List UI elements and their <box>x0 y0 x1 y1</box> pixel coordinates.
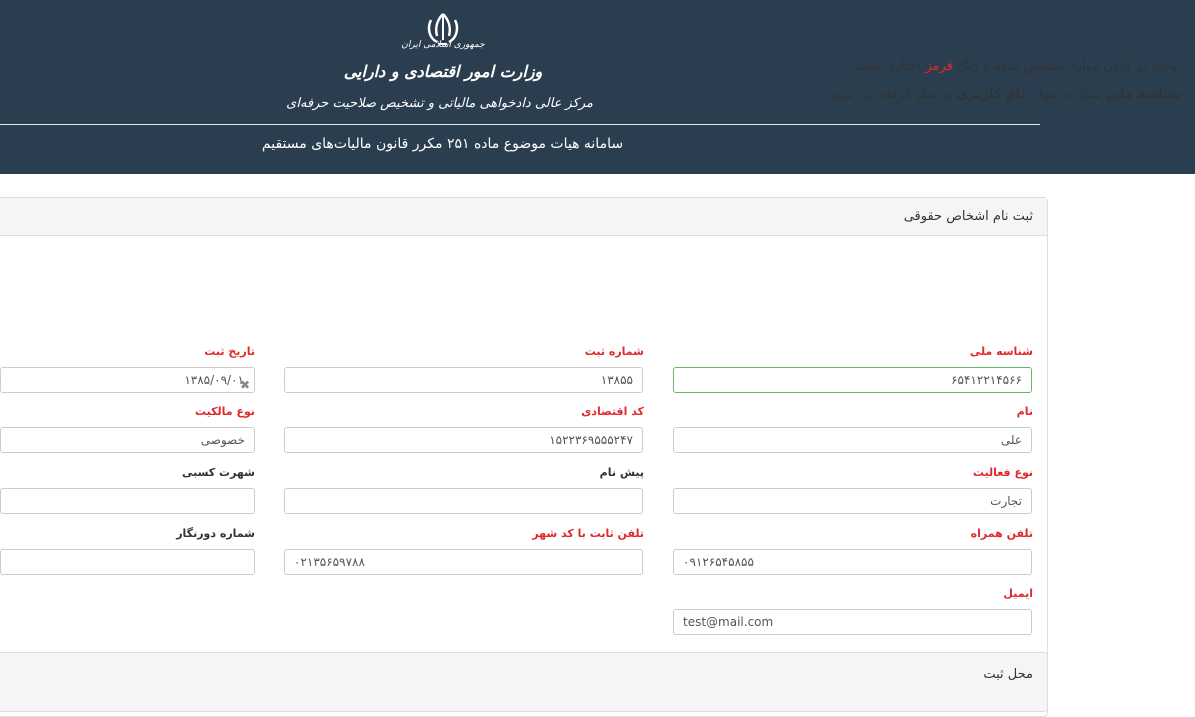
landline-input[interactable]: ۰۲۱۳۵۶۵۹۷۸۸ <box>284 549 643 575</box>
divider <box>0 124 1040 125</box>
registration-place-panel: محل ثبت <box>0 652 1048 712</box>
note-username: نام کاربری <box>956 87 1026 102</box>
economic-code-label: کد اقتصادی <box>581 405 644 418</box>
economic-code-input[interactable]: ۱۵۲۲۳۶۹۵۵۵۲۴۷ <box>284 427 643 453</box>
national-id-input[interactable]: ۶۵۴۱۲۲۱۴۵۶۶ <box>673 367 1032 393</box>
reg-number-input[interactable]: ۱۳۸۵۵ <box>284 367 643 393</box>
logo-line-ministry: وزارت امور اقتصادی و دارایی <box>343 62 543 81</box>
note-suffix: اجباری است. <box>849 59 922 74</box>
prefix-name-label: پیش نام <box>599 466 644 479</box>
panel-heading: ثبت نام اشخاص حقوقی <box>0 198 1047 236</box>
fax-label: شماره دورنگار <box>176 527 255 540</box>
landline-label: تلفن ثابت با کد شهر <box>532 527 644 540</box>
email-input[interactable]: test@mail.com <box>673 609 1032 635</box>
national-id-label: شناسه ملی <box>969 345 1033 358</box>
ownership-type-select[interactable]: خصوصی <box>0 427 255 453</box>
clear-date-icon[interactable]: ✖ <box>240 378 250 392</box>
prefix-name-input[interactable] <box>284 488 643 514</box>
registration-panel: ثبت نام اشخاص حقوقی <box>0 197 1048 717</box>
reg-date-label: تاریخ ثبت <box>204 345 255 358</box>
business-fame-label: شهرت کسبی <box>181 466 255 479</box>
note-mid: شما به عنوان <box>1029 87 1103 102</box>
reg-number-label: شماره ثبت <box>584 345 644 358</box>
required-note: توجه: پر کردن موارد مشخص شده با رنگ قرمز… <box>850 59 1181 74</box>
activity-type-label: نوع فعالیت <box>972 466 1033 479</box>
activity-type-select[interactable]: تجارت <box>673 488 1032 514</box>
logo-line-center: مرکز عالی دادخواهی مالیاتی و تشخیص صلاحی… <box>286 96 593 111</box>
ownership-type-label: نوع مالکیت <box>195 405 255 418</box>
logo-line-country: جمهوری اسلامی ایران <box>401 40 485 50</box>
registration-place-title: محل ثبت <box>983 667 1033 682</box>
note-national-id: شناسه ملی <box>1106 87 1181 102</box>
email-label: ایمیل <box>1003 587 1033 600</box>
fax-input[interactable] <box>0 549 255 575</box>
mobile-input[interactable]: ۰۹۱۲۶۵۴۵۸۵۵ <box>673 549 1032 575</box>
panel-title: ثبت نام اشخاص حقوقی <box>903 209 1033 224</box>
name-input[interactable]: علی <box>673 427 1032 453</box>
name-label: نام <box>1016 405 1033 418</box>
note-end: در نظر گرفته می شود. <box>826 87 953 102</box>
reg-date-input[interactable]: ۱۳۸۵/۰۹/۰۱ <box>0 367 255 393</box>
note-prefix: توجه: پر کردن موارد مشخص شده با رنگ <box>956 59 1181 74</box>
username-note: شناسه ملی شما به عنوان نام کاربری در نظر… <box>827 87 1181 102</box>
system-title: سامانه هیات موضوع ماده ۲۵۱ مکرر قانون ما… <box>261 136 624 152</box>
business-fame-input[interactable] <box>0 488 255 514</box>
note-red-word: قرمز <box>925 59 953 74</box>
mobile-label: تلفن همراه <box>970 527 1033 540</box>
